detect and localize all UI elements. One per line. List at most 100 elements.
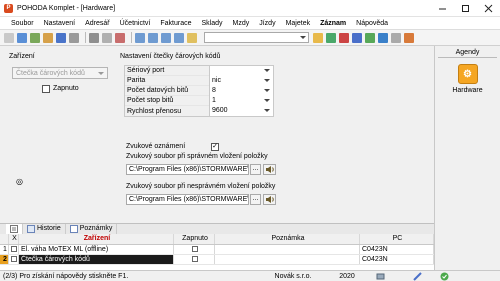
row-indicator: 1: [0, 245, 9, 254]
hardware-icon[interactable]: ⚙: [457, 64, 478, 84]
help-icon[interactable]: [378, 32, 388, 43]
sound-ok-label: Zvukový soubor při správném vložení polo…: [126, 153, 268, 160]
row-select-cell[interactable]: [9, 245, 19, 254]
next-record-icon[interactable]: [161, 32, 171, 43]
new-record-icon[interactable]: [89, 32, 99, 43]
first-record-icon[interactable]: [135, 32, 145, 43]
sound-ok-browse-button[interactable]: ...: [250, 164, 261, 175]
speaker-icon: [266, 166, 274, 173]
menu-adresar[interactable]: Adresář: [80, 17, 115, 30]
menu-fakturace[interactable]: Fakturace: [155, 17, 196, 30]
delete-record-icon[interactable]: [115, 32, 125, 43]
toolbar-separator: [131, 32, 132, 43]
title-bar: P POHODA Komplet - [Hardware]: [0, 0, 500, 17]
excel-icon[interactable]: [365, 32, 375, 43]
cell-note: [215, 255, 360, 264]
window-title: POHODA Komplet - [Hardware]: [17, 4, 116, 12]
data-bits-select[interactable]: 8: [209, 85, 273, 96]
agenda-header: Agendy: [438, 48, 497, 58]
menu-zaznam[interactable]: Záznam: [315, 17, 351, 30]
col-header-x[interactable]: X: [9, 234, 19, 244]
serial-port-select[interactable]: [209, 65, 273, 76]
info-icon[interactable]: [391, 32, 401, 43]
sound-bad-play-button[interactable]: [263, 194, 276, 205]
tab-label: Historie: [37, 225, 61, 232]
status-help-text: (2/3) Pro získání nápovědy stiskněte F1.: [3, 272, 129, 280]
field-label: Sériový port: [125, 67, 209, 74]
last-record-icon[interactable]: [174, 32, 184, 43]
grid-icon[interactable]: [4, 32, 14, 43]
device-enabled-checkbox[interactable]: [42, 85, 50, 93]
stop-bits-select[interactable]: 1: [209, 95, 273, 106]
row-checkbox[interactable]: [11, 246, 17, 253]
agenda-item-hardware[interactable]: Hardware: [435, 87, 500, 94]
quick-filter-combo[interactable]: [204, 32, 309, 43]
parity-select[interactable]: nic: [209, 75, 273, 86]
field-stop-bits: Počet stop bitů 1: [125, 95, 273, 106]
app-icon: P: [4, 3, 13, 13]
menu-sklady[interactable]: Sklady: [196, 17, 227, 30]
prev-record-icon[interactable]: [148, 32, 158, 43]
filter-icon[interactable]: [17, 32, 27, 43]
col-header-poznamka[interactable]: Poznámka: [215, 234, 360, 244]
cell-name: Čtečka čárových kódů: [19, 255, 174, 264]
menu-ucetnictvi[interactable]: Účetnictví: [115, 17, 156, 30]
maximize-button[interactable]: [454, 0, 477, 17]
field-data-bits: Počet datových bitů 8: [125, 85, 273, 96]
col-header-pc[interactable]: PC: [360, 234, 434, 244]
cell-enabled[interactable]: [174, 255, 215, 264]
enabled-checkbox[interactable]: [192, 246, 198, 253]
row-indicator: 2: [0, 255, 9, 264]
refresh-icon[interactable]: [30, 32, 40, 43]
table-row-selected[interactable]: 2 Čtečka čárových kódů C0423N: [0, 255, 434, 265]
menu-mzdy[interactable]: Mzdy: [228, 17, 255, 30]
menu-napoveda[interactable]: Nápověda: [351, 17, 393, 30]
cell-enabled[interactable]: [174, 245, 215, 254]
save-icon[interactable]: [56, 32, 66, 43]
menu-majetek[interactable]: Majetek: [281, 17, 316, 30]
table-header: X Zařízení Zapnuto Poznámka PC: [0, 234, 434, 245]
find-icon[interactable]: [187, 32, 197, 43]
settings-title: Nastavení čtečky čárových kódů: [120, 53, 221, 60]
notes-icon: [69, 225, 78, 233]
export-icon[interactable]: [326, 32, 336, 43]
table-row[interactable]: 1 El. váha MoTEX ML (offline) C0423N: [0, 245, 434, 255]
menu-soubor[interactable]: Soubor: [6, 17, 39, 30]
edit-mode-icon: [413, 271, 422, 281]
close-button[interactable]: [477, 0, 500, 17]
col-header-zapnuto[interactable]: Zapnuto: [174, 234, 215, 244]
baud-rate-select[interactable]: 9600: [209, 106, 273, 116]
edit-record-icon[interactable]: [102, 32, 112, 43]
sound-notification-checkbox[interactable]: ✓: [211, 143, 219, 151]
print-icon[interactable]: [69, 32, 79, 43]
menu-jizdy[interactable]: Jízdy: [254, 17, 280, 30]
sound-ok-play-button[interactable]: [263, 164, 276, 175]
pdf-icon[interactable]: [339, 32, 349, 43]
open-icon[interactable]: [43, 32, 53, 43]
cell-name: El. váha MoTEX ML (offline): [19, 245, 174, 254]
enabled-checkbox[interactable]: [192, 256, 198, 263]
device-select[interactable]: Čtečka čárových kódů: [12, 67, 108, 79]
sound-bad-path-input[interactable]: C:\Program Files (x86)\STORMWARE\124: [126, 194, 249, 205]
folder-icon[interactable]: [313, 32, 323, 43]
mail-icon[interactable]: [352, 32, 362, 43]
field-baud-rate: Rychlost přenosu 9600: [125, 106, 273, 116]
toolbar: [0, 30, 500, 46]
field-label: Rychlost přenosu: [125, 107, 209, 115]
tab-historie[interactable]: Historie: [23, 224, 66, 234]
row-checkbox[interactable]: [11, 256, 17, 263]
sound-bad-browse-button[interactable]: ...: [250, 194, 261, 205]
tab-poznamky[interactable]: Poznámky: [66, 224, 118, 234]
device-table: X Zařízení Zapnuto Poznámka PC 1 El. váh…: [0, 234, 434, 270]
col-header-indicator: [0, 234, 9, 244]
sound-ok-path-input[interactable]: C:\Program Files (x86)\STORMWARE\124: [126, 164, 249, 175]
user-icon[interactable]: [404, 32, 414, 43]
maximize-icon: [462, 4, 469, 12]
col-header-zarizeni[interactable]: Zařízení: [19, 234, 174, 244]
tab-list[interactable]: [6, 224, 23, 234]
status-year: 2020: [339, 272, 355, 280]
target-icon: ◎: [16, 177, 23, 186]
minimize-button[interactable]: [431, 0, 454, 17]
row-select-cell[interactable]: [9, 255, 19, 264]
menu-nastaveni[interactable]: Nastavení: [39, 17, 81, 30]
